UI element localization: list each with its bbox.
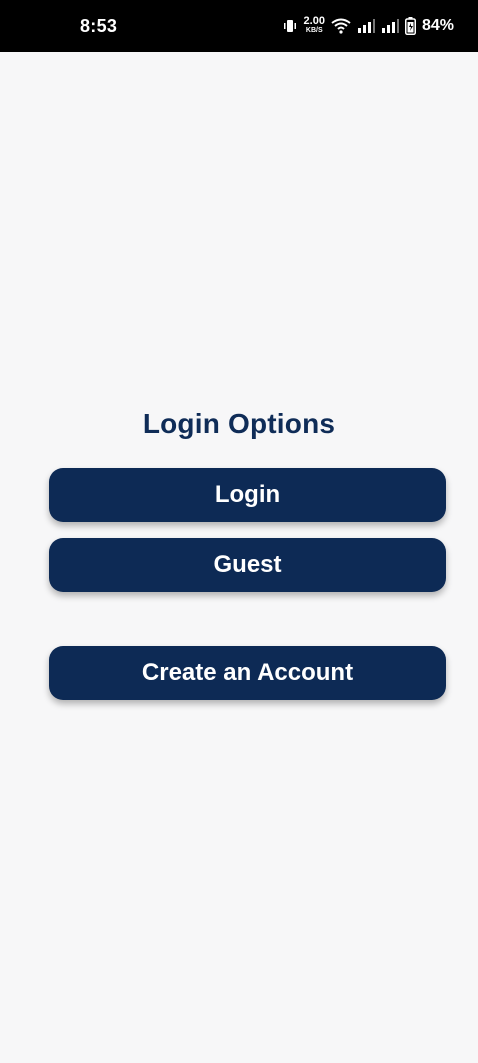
network-speed: 2.00 KB/S xyxy=(303,15,325,35)
network-speed-unit: KB/S xyxy=(305,27,323,34)
signal-icon-sim2 xyxy=(381,19,399,33)
create-account-button[interactable]: Create an Account xyxy=(49,646,446,700)
login-button[interactable]: Login xyxy=(49,468,446,522)
status-bar: 8:53 2.00 KB/S 84% xyxy=(0,0,478,52)
battery-percent: 84% xyxy=(421,17,454,34)
status-time: 8:53 xyxy=(80,15,118,36)
status-icons: 2.00 KB/S 84% xyxy=(282,15,454,35)
wifi-icon xyxy=(331,18,351,34)
vibrate-icon xyxy=(282,18,298,34)
network-speed-value: 2.00 xyxy=(303,15,325,27)
signal-icon-sim1 xyxy=(357,19,375,33)
guest-button[interactable]: Guest xyxy=(49,538,446,592)
page-title: Login Options xyxy=(142,408,336,439)
login-options-screen: Login Options Login Guest Create an Acco… xyxy=(0,52,478,1063)
battery-icon xyxy=(404,17,416,35)
